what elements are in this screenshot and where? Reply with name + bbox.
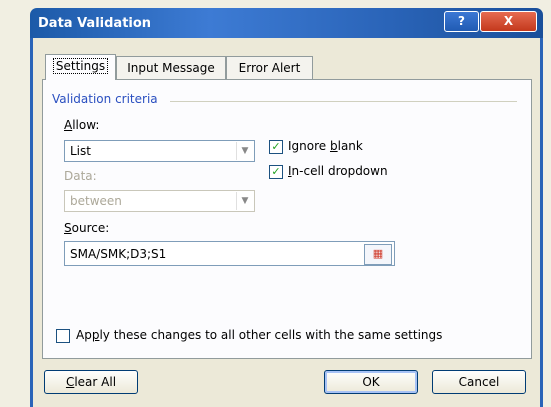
in-cell-dropdown-label[interactable]: In-cell dropdown: [288, 164, 388, 178]
tab-input-message[interactable]: Input Message: [116, 56, 226, 79]
chevron-down-icon[interactable]: ▼: [236, 142, 253, 160]
ignore-blank-checkbox[interactable]: ✓: [269, 140, 283, 154]
settings-panel: [42, 79, 532, 359]
clear-all-button[interactable]: Clear All: [44, 370, 138, 394]
group-divider: [170, 101, 517, 102]
close-button[interactable]: X: [480, 11, 537, 32]
validation-criteria-heading: Validation criteria: [52, 92, 158, 106]
source-label: Source:: [64, 221, 110, 235]
data-validation-dialog: Data Validation ? X Settings Input Messa…: [0, 0, 551, 407]
allow-dropdown[interactable]: List ▼: [64, 140, 255, 162]
source-value: SMA/SMK;D3;S1: [70, 247, 167, 261]
allow-value: List: [70, 144, 91, 158]
chevron-down-icon: ▼: [236, 192, 253, 210]
tab-settings-label: Settings: [52, 58, 109, 74]
tab-settings[interactable]: Settings: [45, 54, 116, 80]
cancel-button[interactable]: Cancel: [432, 370, 526, 394]
in-cell-dropdown-checkbox[interactable]: ✓: [269, 165, 283, 179]
apply-all-checkbox[interactable]: ✓: [56, 329, 70, 343]
data-value: between: [70, 194, 122, 208]
allow-label: Allow:: [64, 118, 100, 132]
ok-button[interactable]: OK: [324, 370, 418, 394]
apply-all-label[interactable]: Apply these changes to all other cells w…: [76, 328, 442, 342]
help-button[interactable]: ?: [444, 11, 479, 32]
tab-error-alert[interactable]: Error Alert: [226, 56, 313, 79]
source-field[interactable]: SMA/SMK;D3;S1 ▦: [64, 241, 395, 266]
window-title: Data Validation: [38, 16, 152, 31]
range-select-icon[interactable]: ▦: [364, 244, 392, 265]
ignore-blank-label[interactable]: Ignore blank: [288, 139, 363, 153]
data-label: Data:: [64, 169, 97, 183]
title-bar[interactable]: Data Validation ? X: [30, 8, 543, 38]
data-dropdown: between ▼: [64, 190, 255, 212]
